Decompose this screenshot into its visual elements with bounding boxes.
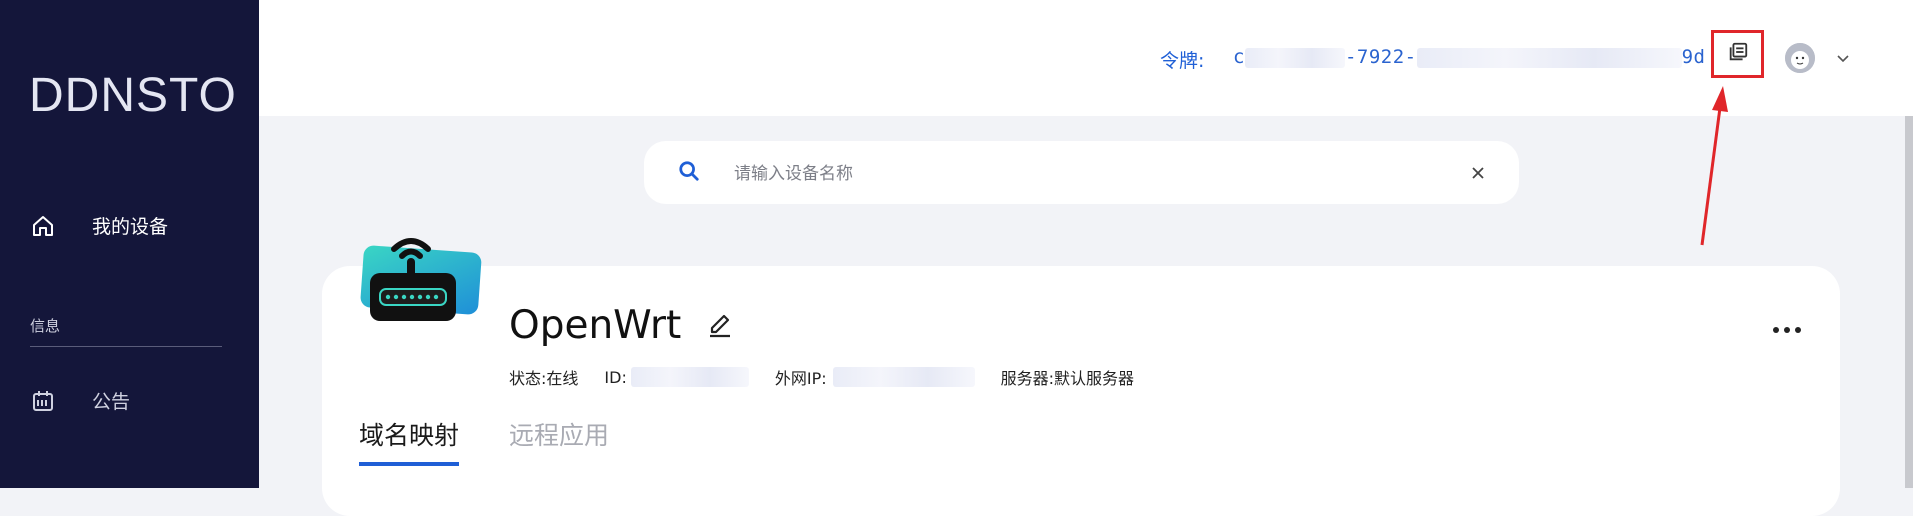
tab-domain-mapping[interactable]: 域名映射 bbox=[359, 416, 460, 466]
sidebar-item-label: 我的设备 bbox=[92, 216, 169, 238]
scrollbar[interactable] bbox=[1905, 116, 1913, 488]
search-icon bbox=[678, 160, 700, 186]
token-part: -7922- bbox=[1344, 46, 1417, 68]
redacted-blur bbox=[832, 367, 975, 387]
status-value: 在线 bbox=[546, 369, 579, 388]
device-search-bar bbox=[644, 141, 1519, 204]
search-input[interactable] bbox=[732, 159, 1416, 189]
redacted-blur bbox=[630, 367, 749, 387]
avatar[interactable] bbox=[1785, 43, 1815, 73]
device-name: OpenWrt bbox=[509, 303, 682, 348]
router-icon bbox=[356, 229, 488, 333]
calendar-icon bbox=[30, 388, 56, 414]
token-part: 9d bbox=[1681, 46, 1706, 68]
tab-remote-apps[interactable]: 远程应用 bbox=[509, 416, 609, 466]
copy-token-button[interactable] bbox=[1711, 30, 1764, 78]
sidebar: DDNSTO 我的设备 信息 公告 bbox=[0, 0, 259, 488]
sidebar-item-my-devices[interactable]: 我的设备 bbox=[30, 212, 168, 239]
sidebar-section-info: 信息 bbox=[30, 315, 222, 347]
home-icon bbox=[30, 213, 56, 239]
ip-label: 外网IP: bbox=[774, 369, 827, 388]
token-part: c bbox=[1233, 46, 1245, 68]
token-value: c -7922- 9d bbox=[1233, 46, 1705, 68]
clear-search-icon[interactable] bbox=[1468, 163, 1488, 183]
status-label: 状态: bbox=[509, 369, 547, 388]
edit-icon[interactable] bbox=[706, 310, 734, 342]
app-logo[interactable]: DDNSTO bbox=[29, 68, 237, 123]
device-tabs: 域名映射 远程应用 bbox=[359, 416, 659, 466]
more-options-icon[interactable] bbox=[1772, 320, 1802, 339]
id-label: ID: bbox=[604, 367, 627, 387]
redacted-blur bbox=[1244, 47, 1345, 68]
server-label: 服务器: bbox=[1000, 369, 1055, 388]
device-meta: 状态: 在线 ID: 外网IP: 服务器: 默认服务器 bbox=[509, 365, 1134, 389]
annotation-arrow bbox=[1690, 80, 1730, 254]
copy-icon bbox=[1727, 41, 1749, 67]
server-value: 默认服务器 bbox=[1054, 369, 1135, 388]
sidebar-item-announcements[interactable]: 公告 bbox=[30, 387, 130, 414]
token-label: 令牌: bbox=[1160, 50, 1205, 72]
sidebar-item-label: 公告 bbox=[92, 391, 131, 413]
chevron-down-icon[interactable] bbox=[1836, 51, 1850, 70]
redacted-blur bbox=[1416, 47, 1682, 68]
